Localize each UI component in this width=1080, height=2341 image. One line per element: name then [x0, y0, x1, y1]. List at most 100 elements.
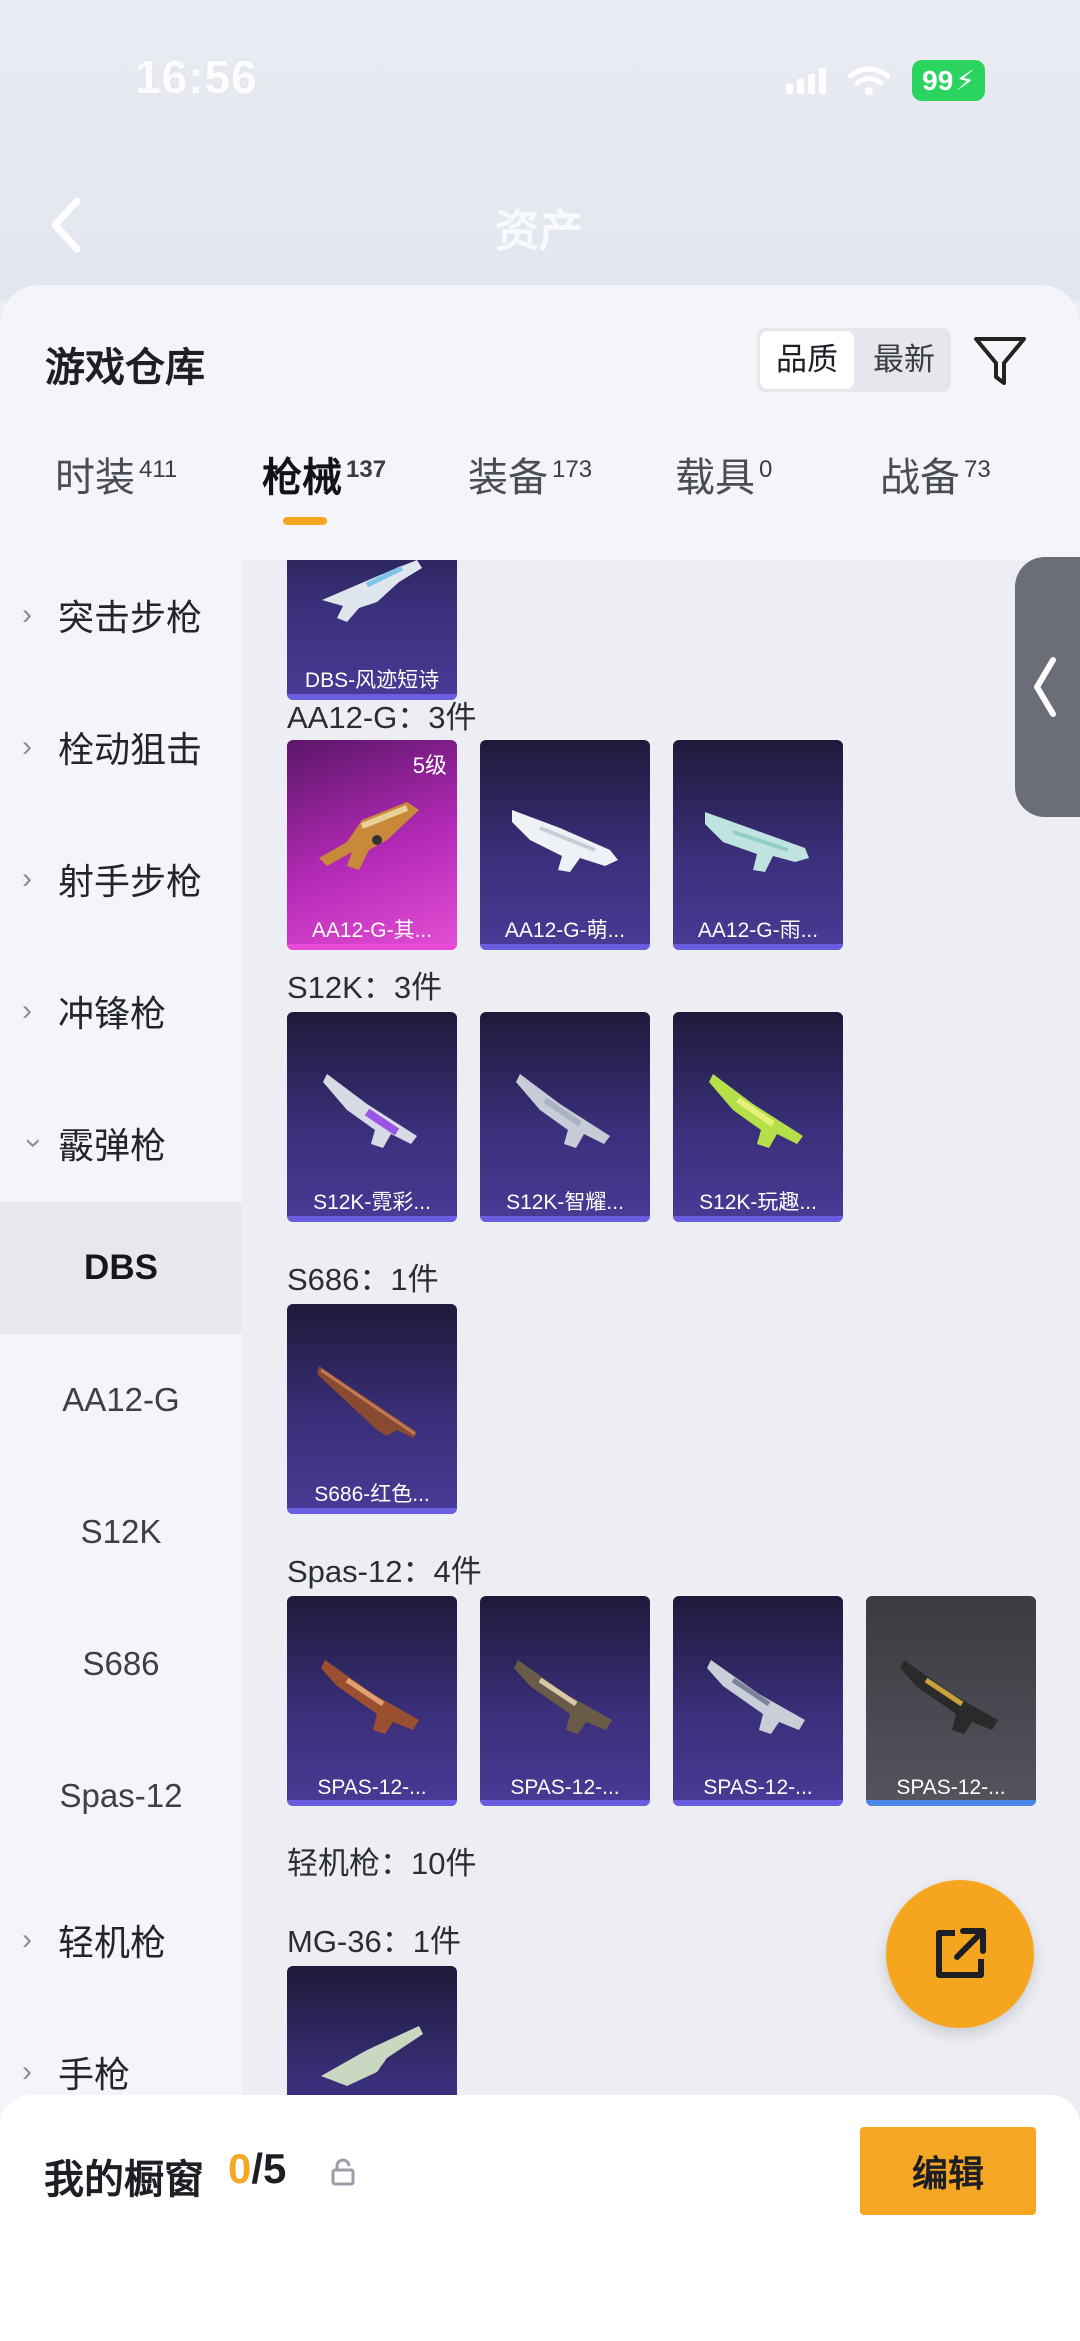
item-grid-area: DBS-风迹短诗 AA12-G：3件 5级 AA12-G-其... AA12-G… [242, 560, 1080, 2341]
sort-option-quality[interactable]: 品质 [760, 331, 854, 389]
charging-icon: ⚡ [955, 65, 975, 96]
tab-label: 装备 [468, 456, 548, 500]
sidebar-item-smg[interactable]: › 冲锋枪 [0, 966, 242, 1056]
tab-count: 411 [139, 455, 178, 483]
chevron-right-icon: › [22, 2055, 32, 2088]
item-card[interactable]: SPAS-12-... [480, 1596, 650, 1806]
status-icons: 99 ⚡ [786, 60, 985, 101]
rarity-bar [480, 944, 650, 950]
chevron-right-icon: › [22, 1923, 32, 1956]
sidebar-item-label: 冲锋枪 [58, 993, 167, 1034]
weapon-image [512, 810, 618, 872]
share-fab-button[interactable] [886, 1880, 1034, 2028]
rarity-bar [673, 1800, 843, 1806]
group-label: AA12-G：3件 [287, 700, 477, 735]
item-name: SPAS-12-... [896, 1776, 1006, 1799]
sort-option-newest[interactable]: 最新 [857, 328, 951, 392]
background-page-title: 资产 [495, 207, 583, 256]
weapon-image [709, 1074, 803, 1148]
rarity-bar [673, 944, 843, 950]
background-header: 16:56 99 ⚡ 资产 [0, 0, 1080, 300]
sidebar-item-assault-rifle[interactable]: › 突击步枪 [0, 570, 242, 660]
item-card[interactable]: AA12-G-萌... [480, 740, 650, 950]
lock-icon [331, 2158, 355, 2186]
item-name: AA12-G-其... [311, 919, 433, 942]
back-arrow-icon[interactable] [45, 195, 85, 255]
showcase-count: 0/5 [228, 2145, 286, 2193]
battery-indicator: 99 ⚡ [912, 60, 985, 101]
item-card[interactable]: DBS-风迹短诗 [287, 560, 457, 700]
item-card[interactable]: 5级 AA12-G-其... [287, 740, 457, 950]
sidebar-subitem-s686[interactable]: S686 [0, 1598, 242, 1730]
tab-count: 0 [759, 455, 773, 483]
item-card[interactable]: SPAS-12-... [673, 1596, 843, 1806]
status-time: 16:56 [135, 51, 258, 103]
item-name: AA12-G-萌... [504, 919, 626, 942]
sidebar-item-label: 射手步枪 [58, 861, 203, 902]
sidebar-item-label: 轻机枪 [58, 1922, 167, 1963]
tab-equipment[interactable]: 装备 173 [468, 445, 592, 503]
sidebar-subitem-spas12[interactable]: Spas-12 [0, 1730, 242, 1862]
item-name: SPAS-12-... [317, 1776, 427, 1799]
item-card[interactable]: S12K-霓彩... [287, 1012, 457, 1222]
sidebar-item-label: 手枪 [58, 2054, 131, 2095]
sidebar-subitem-dbs[interactable]: DBS [0, 1202, 242, 1334]
item-name: S686-红色... [314, 1483, 430, 1506]
item-card[interactable]: S12K-玩趣... [673, 1012, 843, 1222]
rarity-bar [480, 1216, 650, 1222]
sidebar-item-label: 突击步枪 [58, 597, 203, 638]
sidebar-item-label: 霰弹枪 [58, 1125, 167, 1166]
tab-label: 枪械 [262, 456, 342, 500]
chevron-right-icon: › [22, 730, 32, 763]
item-card[interactable]: SPAS-12-... [287, 1596, 457, 1806]
sidebar-item-bolt-sniper[interactable]: › 栓动狙击 [0, 702, 242, 792]
tab-supplies[interactable]: 战备 73 [880, 445, 991, 503]
tab-label: 时装 [55, 456, 135, 500]
weapon-image [514, 1660, 612, 1734]
rarity-bar [287, 1800, 457, 1806]
chevron-right-icon: › [22, 994, 32, 1027]
item-card[interactable]: S12K-智耀... [480, 1012, 650, 1222]
weapon-image [323, 1074, 417, 1148]
tab-fashion[interactable]: 时装 411 [55, 445, 177, 503]
share-icon [936, 1928, 986, 1978]
showcase-count-current: 0 [228, 2145, 252, 2192]
filter-icon[interactable] [972, 331, 1028, 391]
panel-title: 游戏仓库 [45, 346, 205, 390]
group-label: S12K：3件 [287, 970, 443, 1005]
item-name: SPAS-12-... [510, 1776, 620, 1799]
weapon-image [322, 560, 422, 622]
item-name: S12K-智耀... [506, 1191, 624, 1214]
active-tab-indicator [283, 517, 327, 525]
sort-toggle[interactable]: 品质 最新 [757, 328, 951, 392]
sidebar-item-label: 栓动狙击 [58, 729, 203, 770]
chevron-right-icon: › [22, 598, 32, 631]
item-card[interactable]: S686-红色... [287, 1304, 457, 1514]
sidebar-item-shotgun[interactable]: › 霰弹枪 [0, 1098, 242, 1188]
showcase-bottom-bar: 我的橱窗 0/5 编辑 [0, 2095, 1080, 2341]
rarity-bar [480, 1800, 650, 1806]
edit-button[interactable]: 编辑 [860, 2127, 1036, 2215]
chevron-left-icon [1034, 657, 1056, 717]
side-drawer-handle[interactable] [1015, 557, 1080, 817]
category-tabs: 时装 411 枪械 137 装备 173 载具 0 战备 73 [0, 445, 1080, 535]
sidebar-item-lmg[interactable]: › 轻机枪 [0, 1895, 242, 1985]
tab-firearms[interactable]: 枪械 137 [262, 445, 386, 503]
item-name: DBS-风迹短诗 [304, 669, 440, 692]
group-label: Spas-12：4件 [287, 1554, 482, 1589]
item-level: 5级 [412, 753, 447, 778]
group-label: MG-36：1件 [287, 1924, 461, 1959]
weapon-image [319, 802, 419, 870]
tab-vehicles[interactable]: 载具 0 [675, 445, 772, 503]
weapon-image [317, 1366, 417, 1438]
weapon-image [900, 1660, 998, 1734]
sidebar-subitem-s12k[interactable]: S12K [0, 1466, 242, 1598]
rarity-bar [287, 1216, 457, 1222]
sidebar-item-marksman-rifle[interactable]: › 射手步枪 [0, 834, 242, 924]
signal-icon [786, 67, 827, 94]
item-card[interactable]: AA12-G-雨... [673, 740, 843, 950]
sidebar-subitem-aa12g[interactable]: AA12-G [0, 1334, 242, 1466]
item-card[interactable]: SPAS-12-... [866, 1596, 1036, 1806]
rarity-bar [673, 1216, 843, 1222]
tab-count: 73 [964, 455, 991, 483]
